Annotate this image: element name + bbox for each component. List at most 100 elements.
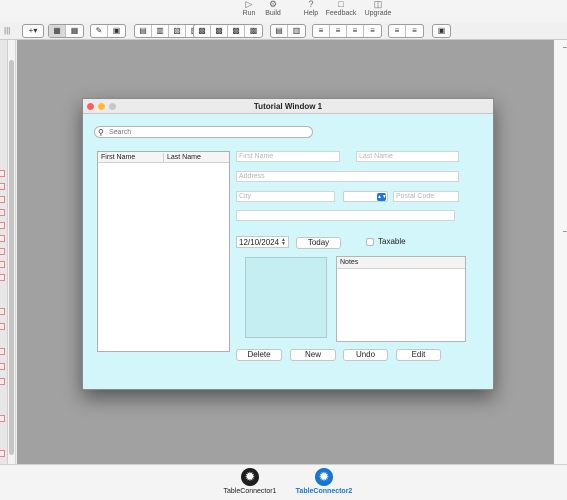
grid-icon[interactable]: ▦ — [49, 25, 66, 37]
search-icon: ⚲ — [98, 128, 104, 137]
today-button[interactable]: Today — [296, 237, 341, 249]
postal-code-field[interactable] — [393, 191, 459, 202]
library-marker[interactable] — [0, 450, 5, 457]
notes-header: Notes — [337, 257, 465, 269]
window-title: Tutorial Window 1 — [253, 102, 323, 111]
window-titlebar[interactable]: Tutorial Window 1 — [83, 99, 493, 114]
library-marker[interactable] — [0, 170, 5, 177]
library-marker[interactable] — [0, 348, 5, 355]
build-icon: ⚙ — [268, 0, 278, 9]
library-marker[interactable] — [0, 235, 5, 242]
city-field[interactable] — [236, 191, 335, 202]
preview-group: ▣ — [432, 24, 451, 38]
image-well[interactable] — [245, 257, 327, 338]
taxable-checkbox[interactable] — [366, 238, 374, 246]
address-field[interactable] — [236, 171, 459, 182]
build-button[interactable]: ⚙ Build — [256, 0, 290, 19]
align-group: ≡ ≡ ≡ ≡ — [312, 24, 382, 38]
library-marker[interactable] — [0, 363, 5, 370]
add-menu-icon[interactable]: +▾ — [23, 25, 43, 37]
help-button[interactable]: ? Help — [294, 0, 328, 19]
column-header-first-name[interactable]: First Name — [101, 152, 135, 163]
table-connector-1[interactable]: ✹ TableConnector1 — [214, 468, 286, 498]
search-input[interactable] — [109, 128, 307, 137]
grip-icon[interactable]: ||| — [4, 26, 10, 35]
scrollbar-thumb[interactable] — [9, 60, 14, 455]
date-picker[interactable]: 12/10/2024 ▲ ▼ — [236, 236, 289, 248]
first-name-field[interactable] — [236, 151, 340, 162]
layout-toolbar: ||| +▾ ▦ ▦ ✎ ▣ ▤ ▥ ▧ ▨ ▩ ▩ ▩ ▩ ▤ ▥ ≡ ≡ ≡… — [0, 22, 567, 40]
align-right-icon[interactable]: ≡ — [347, 25, 364, 37]
arrange-back-icon[interactable]: ▥ — [152, 25, 169, 37]
same-width-icon[interactable]: ▤ — [271, 25, 288, 37]
pencil-icon[interactable]: ✎ — [91, 25, 108, 37]
list-header: First Name Last Name — [98, 152, 229, 163]
library-marker[interactable] — [0, 209, 5, 216]
taxable-label: Taxable — [378, 237, 406, 246]
add-menu-group: +▾ — [22, 24, 44, 38]
contacts-list[interactable]: First Name Last Name — [97, 151, 230, 352]
library-marker[interactable] — [0, 222, 5, 229]
upgrade-button[interactable]: ◫ Upgrade — [361, 0, 395, 19]
size-group: ▤ ▥ — [270, 24, 306, 38]
column-divider[interactable] — [163, 153, 164, 162]
align-top-icon[interactable]: ≡ — [364, 25, 381, 37]
library-marker[interactable] — [0, 308, 5, 315]
inspector-marker[interactable]: – — [563, 228, 567, 235]
library-marker[interactable] — [0, 183, 5, 190]
feedback-button[interactable]: □ Feedback — [324, 0, 358, 19]
library-marker[interactable] — [0, 261, 5, 268]
lock-icon[interactable]: ▣ — [108, 25, 125, 37]
library-marker[interactable] — [0, 323, 5, 330]
nonvisual-tray: ✹ TableConnector1 ✹ TableConnector2 — [0, 464, 567, 500]
preview-icon[interactable]: ▣ — [433, 25, 450, 37]
library-marker[interactable] — [0, 248, 5, 255]
bring-front-icon[interactable]: ▩ — [211, 25, 228, 37]
tutorial-window[interactable]: Tutorial Window 1 ⚲ First Name Last Name… — [82, 98, 494, 390]
distribute-h-icon[interactable]: ≡ — [389, 25, 406, 37]
state-popup[interactable]: ▲▼ — [343, 191, 388, 202]
send-backward-icon[interactable]: ▩ — [228, 25, 245, 37]
date-value[interactable]: 12/10/2024 — [239, 237, 279, 248]
vertical-scrollbar[interactable] — [8, 40, 16, 464]
library-marker[interactable] — [0, 274, 5, 281]
cart-icon: ◫ — [373, 0, 383, 9]
search-field[interactable]: ⚲ — [94, 126, 313, 138]
stepper-icon[interactable]: ▲ ▼ — [281, 238, 286, 247]
edit-button[interactable]: Edit — [396, 349, 441, 361]
align-left-icon[interactable]: ≡ — [313, 25, 330, 37]
undo-button[interactable]: Undo — [343, 349, 388, 361]
inspector-marker[interactable]: – — [563, 44, 567, 51]
bring-forward-icon[interactable]: ▩ — [194, 25, 211, 37]
grid-toggle-group: ▦ ▦ — [48, 24, 84, 38]
lock-group: ✎ ▣ — [90, 24, 126, 38]
send-back-icon[interactable]: ▩ — [245, 25, 262, 37]
library-marker[interactable] — [0, 378, 5, 385]
gear-icon: ✹ — [241, 468, 259, 486]
right-inspector-strip: – – — [554, 40, 567, 464]
distribute-group: ≡ ≡ — [388, 24, 424, 38]
group-icon[interactable]: ▧ — [169, 25, 186, 37]
table-connector-2-label: TableConnector2 — [295, 488, 353, 495]
last-name-field[interactable] — [356, 151, 459, 162]
column-header-last-name[interactable]: Last Name — [167, 152, 201, 163]
help-icon: ? — [308, 0, 314, 9]
snap-icon[interactable]: ▦ — [66, 25, 83, 37]
order-group: ▩ ▩ ▩ ▩ — [193, 24, 263, 38]
delete-button[interactable]: Delete — [236, 349, 282, 361]
notes-area[interactable]: Notes — [336, 256, 466, 342]
arrange-front-icon[interactable]: ▤ — [135, 25, 152, 37]
table-connector-1-label: TableConnector1 — [223, 488, 277, 495]
left-library-strip — [0, 40, 8, 464]
library-marker[interactable] — [0, 196, 5, 203]
same-height-icon[interactable]: ▥ — [288, 25, 305, 37]
library-marker[interactable] — [0, 415, 5, 422]
align-center-icon[interactable]: ≡ — [330, 25, 347, 37]
distribute-v-icon[interactable]: ≡ — [406, 25, 423, 37]
extra-field[interactable] — [236, 210, 455, 221]
top-toolbar: ▷ Run ⚙ Build ? Help □ Feedback ◫ Upgrad… — [0, 0, 567, 22]
new-button[interactable]: New — [290, 349, 336, 361]
gear-icon: ✹ — [315, 468, 333, 486]
feedback-icon: □ — [338, 0, 344, 9]
table-connector-2[interactable]: ✹ TableConnector2 — [288, 468, 360, 498]
